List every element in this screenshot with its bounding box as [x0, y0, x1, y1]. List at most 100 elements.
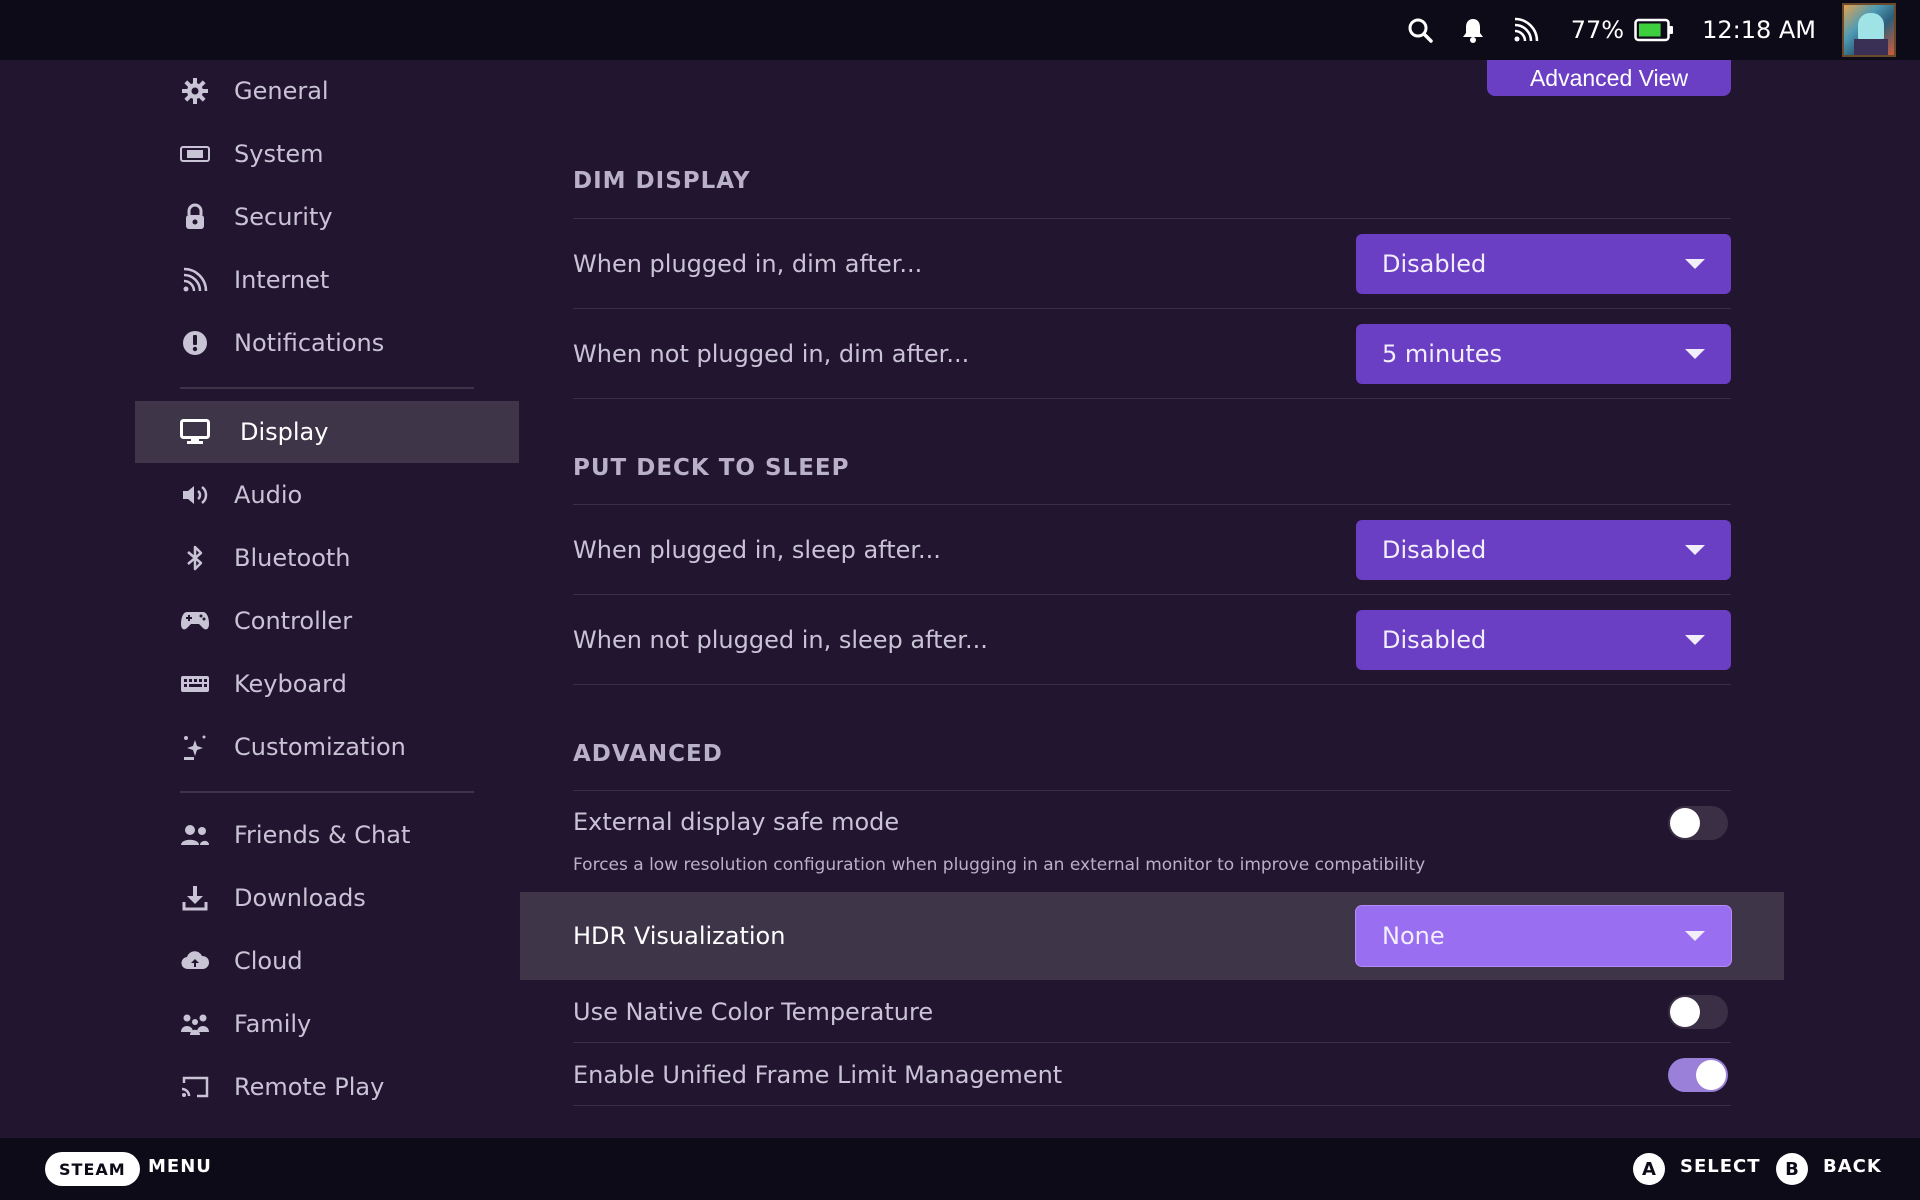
chevron-down-icon: [1685, 349, 1705, 359]
sidebar-item-internet[interactable]: Internet: [135, 249, 519, 311]
section-title-sleep: PUT DECK TO SLEEP: [573, 455, 850, 481]
alert-icon: [180, 328, 210, 358]
battery-percent: 77%: [1570, 16, 1625, 44]
divider: [573, 684, 1731, 685]
divider: [573, 504, 1731, 505]
sidebar-item-security[interactable]: Security: [135, 186, 519, 248]
sidebar-item-cloud[interactable]: Cloud: [135, 930, 519, 992]
chevron-down-icon: [1685, 635, 1705, 645]
a-button-icon: A: [1633, 1153, 1665, 1185]
sidebar-item-label: Security: [234, 203, 333, 231]
chevron-down-icon: [1685, 259, 1705, 269]
sidebar-item-downloads[interactable]: Downloads: [135, 867, 519, 929]
sleep-plugged-dropdown[interactable]: Disabled: [1356, 520, 1731, 580]
sidebar-item-family[interactable]: Family: [135, 993, 519, 1055]
search-icon[interactable]: [1407, 17, 1433, 43]
gear-icon: [180, 76, 210, 106]
sidebar-item-label: Friends & Chat: [234, 821, 411, 849]
sidebar-item-remote-play[interactable]: Remote Play: [135, 1056, 519, 1118]
download-icon: [180, 883, 210, 913]
sidebar-item-label: Controller: [234, 607, 353, 635]
sidebar-item-bluetooth[interactable]: Bluetooth: [135, 527, 519, 589]
speaker-icon: [180, 480, 210, 510]
cast-icon: [1513, 17, 1539, 43]
sidebar-divider: [180, 791, 474, 793]
sidebar-item-friends-chat[interactable]: Friends & Chat: [135, 804, 519, 866]
sidebar-item-label: Display: [240, 418, 329, 446]
sidebar-item-customization[interactable]: Customization: [135, 716, 519, 778]
dropdown-value: Disabled: [1382, 536, 1487, 564]
dim-plugged-dropdown[interactable]: Disabled: [1356, 234, 1731, 294]
sidebar-item-label: Family: [234, 1010, 312, 1038]
keyboard-icon: [180, 669, 210, 699]
toggle-knob: [1696, 1060, 1726, 1090]
hdr-label: HDR Visualization: [573, 922, 786, 950]
chevron-down-icon: [1685, 931, 1705, 941]
dropdown-value: Disabled: [1382, 250, 1487, 278]
safe-mode-toggle[interactable]: [1668, 806, 1728, 840]
settings-sidebar: General System Security Internet Notific…: [0, 60, 520, 1138]
sidebar-item-keyboard[interactable]: Keyboard: [135, 653, 519, 715]
dropdown-value: 5 minutes: [1382, 340, 1503, 368]
top-status-bar: 77% 12:18 AM: [0, 0, 1920, 60]
dim-unplugged-dropdown[interactable]: 5 minutes: [1356, 324, 1731, 384]
divider: [573, 218, 1731, 219]
sleep-plugged-label: When plugged in, sleep after...: [573, 536, 941, 564]
cloud-icon: [180, 946, 210, 976]
divider: [573, 1105, 1731, 1106]
dim-unplugged-label: When not plugged in, dim after...: [573, 340, 970, 368]
sidebar-item-controller[interactable]: Controller: [135, 590, 519, 652]
dropdown-value: Disabled: [1382, 626, 1487, 654]
hdr-dropdown[interactable]: None: [1356, 906, 1731, 966]
divider: [573, 398, 1731, 399]
bottom-hint-bar: STEAM MENU A SELECT B BACK: [0, 1138, 1920, 1200]
sidebar-item-label: System: [234, 140, 324, 168]
section-title-advanced: ADVANCED: [573, 741, 723, 767]
sparkle-icon: [180, 732, 210, 762]
sidebar-item-audio[interactable]: Audio: [135, 464, 519, 526]
menu-label: MENU: [148, 1156, 212, 1177]
cast-icon: [180, 1072, 210, 1102]
divider: [573, 594, 1731, 595]
sidebar-item-label: Keyboard: [234, 670, 347, 698]
safe-mode-label: External display safe mode: [573, 808, 900, 836]
native-color-toggle[interactable]: [1668, 995, 1728, 1029]
sidebar-item-label: Downloads: [234, 884, 366, 912]
sidebar-item-label: Customization: [234, 733, 406, 761]
toggle-knob: [1670, 808, 1700, 838]
family-icon: [180, 1009, 210, 1039]
monitor-icon: [180, 417, 210, 447]
rss-icon: [180, 265, 210, 295]
steam-button[interactable]: STEAM: [45, 1152, 140, 1186]
gamepad-icon: [180, 606, 210, 636]
toggle-knob: [1670, 997, 1700, 1027]
advanced-view-button[interactable]: Advanced View: [1487, 60, 1731, 96]
friends-icon: [180, 820, 210, 850]
dropdown-value: None: [1382, 922, 1445, 950]
sleep-unplugged-dropdown[interactable]: Disabled: [1356, 610, 1731, 670]
frame-limit-label: Enable Unified Frame Limit Management: [573, 1061, 1063, 1089]
divider: [573, 790, 1731, 791]
sidebar-item-label: Notifications: [234, 329, 385, 357]
sidebar-item-general[interactable]: General: [135, 60, 519, 122]
bluetooth-icon: [180, 543, 210, 573]
back-label: BACK: [1823, 1156, 1882, 1177]
bell-icon[interactable]: [1461, 17, 1485, 43]
chevron-down-icon: [1685, 545, 1705, 555]
sidebar-item-label: Audio: [234, 481, 303, 509]
sidebar-item-label: Bluetooth: [234, 544, 351, 572]
native-color-label: Use Native Color Temperature: [573, 998, 934, 1026]
sidebar-item-system[interactable]: System: [135, 123, 519, 185]
sidebar-item-label: Internet: [234, 266, 330, 294]
sidebar-item-display[interactable]: Display: [135, 401, 519, 463]
dim-plugged-label: When plugged in, dim after...: [573, 250, 923, 278]
sidebar-item-label: Cloud: [234, 947, 303, 975]
sidebar-item-notifications[interactable]: Notifications: [135, 312, 519, 374]
clock: 12:18 AM: [1702, 16, 1816, 44]
frame-limit-toggle[interactable]: [1668, 1058, 1728, 1092]
select-label: SELECT: [1680, 1156, 1761, 1177]
display-settings-panel: Advanced View DIM DISPLAY When plugged i…: [520, 60, 1920, 1138]
sidebar-divider: [180, 387, 474, 389]
b-button-icon: B: [1776, 1153, 1808, 1185]
avatar[interactable]: [1842, 3, 1896, 57]
